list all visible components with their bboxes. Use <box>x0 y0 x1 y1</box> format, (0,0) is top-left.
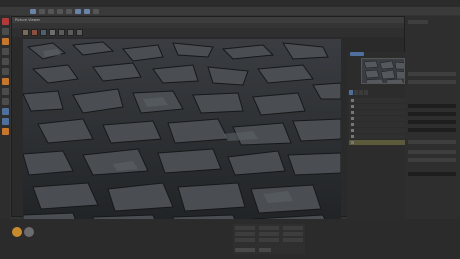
axis-icon[interactable] <box>1 78 9 85</box>
thumb-swatch <box>351 117 354 120</box>
edges-mode-icon[interactable] <box>1 58 9 65</box>
material-swatch[interactable] <box>24 227 34 237</box>
attribute-field[interactable] <box>408 150 456 154</box>
render-to-picture-viewer-icon[interactable] <box>84 8 90 14</box>
redo-icon[interactable] <box>39 8 45 14</box>
attribute-field[interactable] <box>408 140 456 144</box>
stop-render-icon[interactable] <box>31 29 38 36</box>
history-row[interactable] <box>349 116 412 121</box>
history-list <box>349 98 412 146</box>
model-mode-icon[interactable] <box>1 18 9 25</box>
render-settings-icon[interactable] <box>93 8 99 14</box>
zoom-icon[interactable] <box>67 29 74 36</box>
coord-x-field[interactable] <box>235 226 255 230</box>
workplane-icon[interactable] <box>1 98 9 105</box>
snapshot-icon[interactable] <box>22 29 29 36</box>
open-image-icon[interactable] <box>49 29 56 36</box>
tab-layer[interactable] <box>359 90 363 95</box>
attribute-field[interactable] <box>408 104 456 108</box>
app-window: Picture Viewer <box>0 0 460 259</box>
picture-viewer-title: Picture Viewer <box>15 18 41 22</box>
render-image[interactable] <box>23 39 341 227</box>
save-image-icon[interactable] <box>58 29 65 36</box>
thumb-swatch <box>351 123 354 126</box>
history-row[interactable] <box>349 98 412 103</box>
coord-h-field[interactable] <box>283 226 303 230</box>
coord-p-field[interactable] <box>283 232 303 236</box>
coord-b-field[interactable] <box>283 238 303 242</box>
coord-y-field[interactable] <box>235 232 255 236</box>
history-tabs <box>347 90 414 95</box>
picture-viewer-window: Picture Viewer <box>11 16 414 230</box>
snap-icon[interactable] <box>1 88 9 95</box>
material-swatch[interactable] <box>12 227 22 237</box>
paint-icon[interactable] <box>1 128 9 135</box>
tab-filter[interactable] <box>364 90 368 95</box>
polygons-mode-icon[interactable] <box>1 68 9 75</box>
material-manager <box>0 219 460 259</box>
attribute-field[interactable] <box>408 158 456 162</box>
attribute-field[interactable] <box>408 112 456 116</box>
tab-info[interactable] <box>354 90 358 95</box>
attribute-field[interactable] <box>408 172 456 176</box>
coord-size-y-field[interactable] <box>259 232 279 236</box>
texture-mode-icon[interactable] <box>1 38 9 45</box>
undo-icon[interactable] <box>30 8 36 14</box>
thumb-swatch <box>351 105 354 108</box>
render-view-icon[interactable] <box>75 8 81 14</box>
history-row-selected[interactable] <box>349 140 412 145</box>
coord-size-x-field[interactable] <box>259 226 279 230</box>
apply-button[interactable] <box>259 248 271 252</box>
points-mode-icon[interactable] <box>1 48 9 55</box>
attribute-header <box>408 20 428 24</box>
history-row[interactable] <box>349 122 412 127</box>
attribute-field[interactable] <box>408 72 456 76</box>
coord-size-z-field[interactable] <box>259 238 279 242</box>
scale-tool-icon[interactable] <box>57 8 63 14</box>
attribute-field[interactable] <box>408 80 456 84</box>
navigator-thumbnail[interactable] <box>361 58 405 84</box>
navigator-tab[interactable] <box>350 52 364 56</box>
fit-view-icon[interactable] <box>76 29 83 36</box>
attribute-field[interactable] <box>408 128 456 132</box>
coord-mode-dropdown[interactable] <box>235 248 255 252</box>
ab-compare-icon[interactable] <box>40 29 47 36</box>
object-mode-icon[interactable] <box>1 28 9 35</box>
thumb-swatch <box>351 135 354 138</box>
main-toolbar <box>0 7 460 15</box>
thumb-swatch <box>351 99 354 102</box>
rock-ground-render <box>23 39 341 227</box>
lock-icon[interactable] <box>1 118 9 125</box>
history-row[interactable] <box>349 110 412 115</box>
thumb-swatch <box>351 111 354 114</box>
history-row[interactable] <box>349 134 412 139</box>
attribute-manager <box>405 16 460 245</box>
history-row[interactable] <box>349 128 412 133</box>
navigator-preview <box>362 59 404 83</box>
solo-icon[interactable] <box>1 108 9 115</box>
coord-z-field[interactable] <box>235 238 255 242</box>
history-panel <box>347 52 414 230</box>
history-row[interactable] <box>349 104 412 109</box>
move-tool-icon[interactable] <box>48 8 54 14</box>
rotate-tool-icon[interactable] <box>66 8 72 14</box>
main-menubar <box>0 0 460 7</box>
tab-history[interactable] <box>349 90 353 95</box>
coordinates-manager <box>233 224 305 254</box>
attribute-field[interactable] <box>408 120 456 124</box>
thumb-swatch <box>351 141 354 144</box>
thumb-swatch <box>351 129 354 132</box>
picture-viewer-toolbar <box>12 28 404 37</box>
left-tool-palette <box>0 15 10 245</box>
